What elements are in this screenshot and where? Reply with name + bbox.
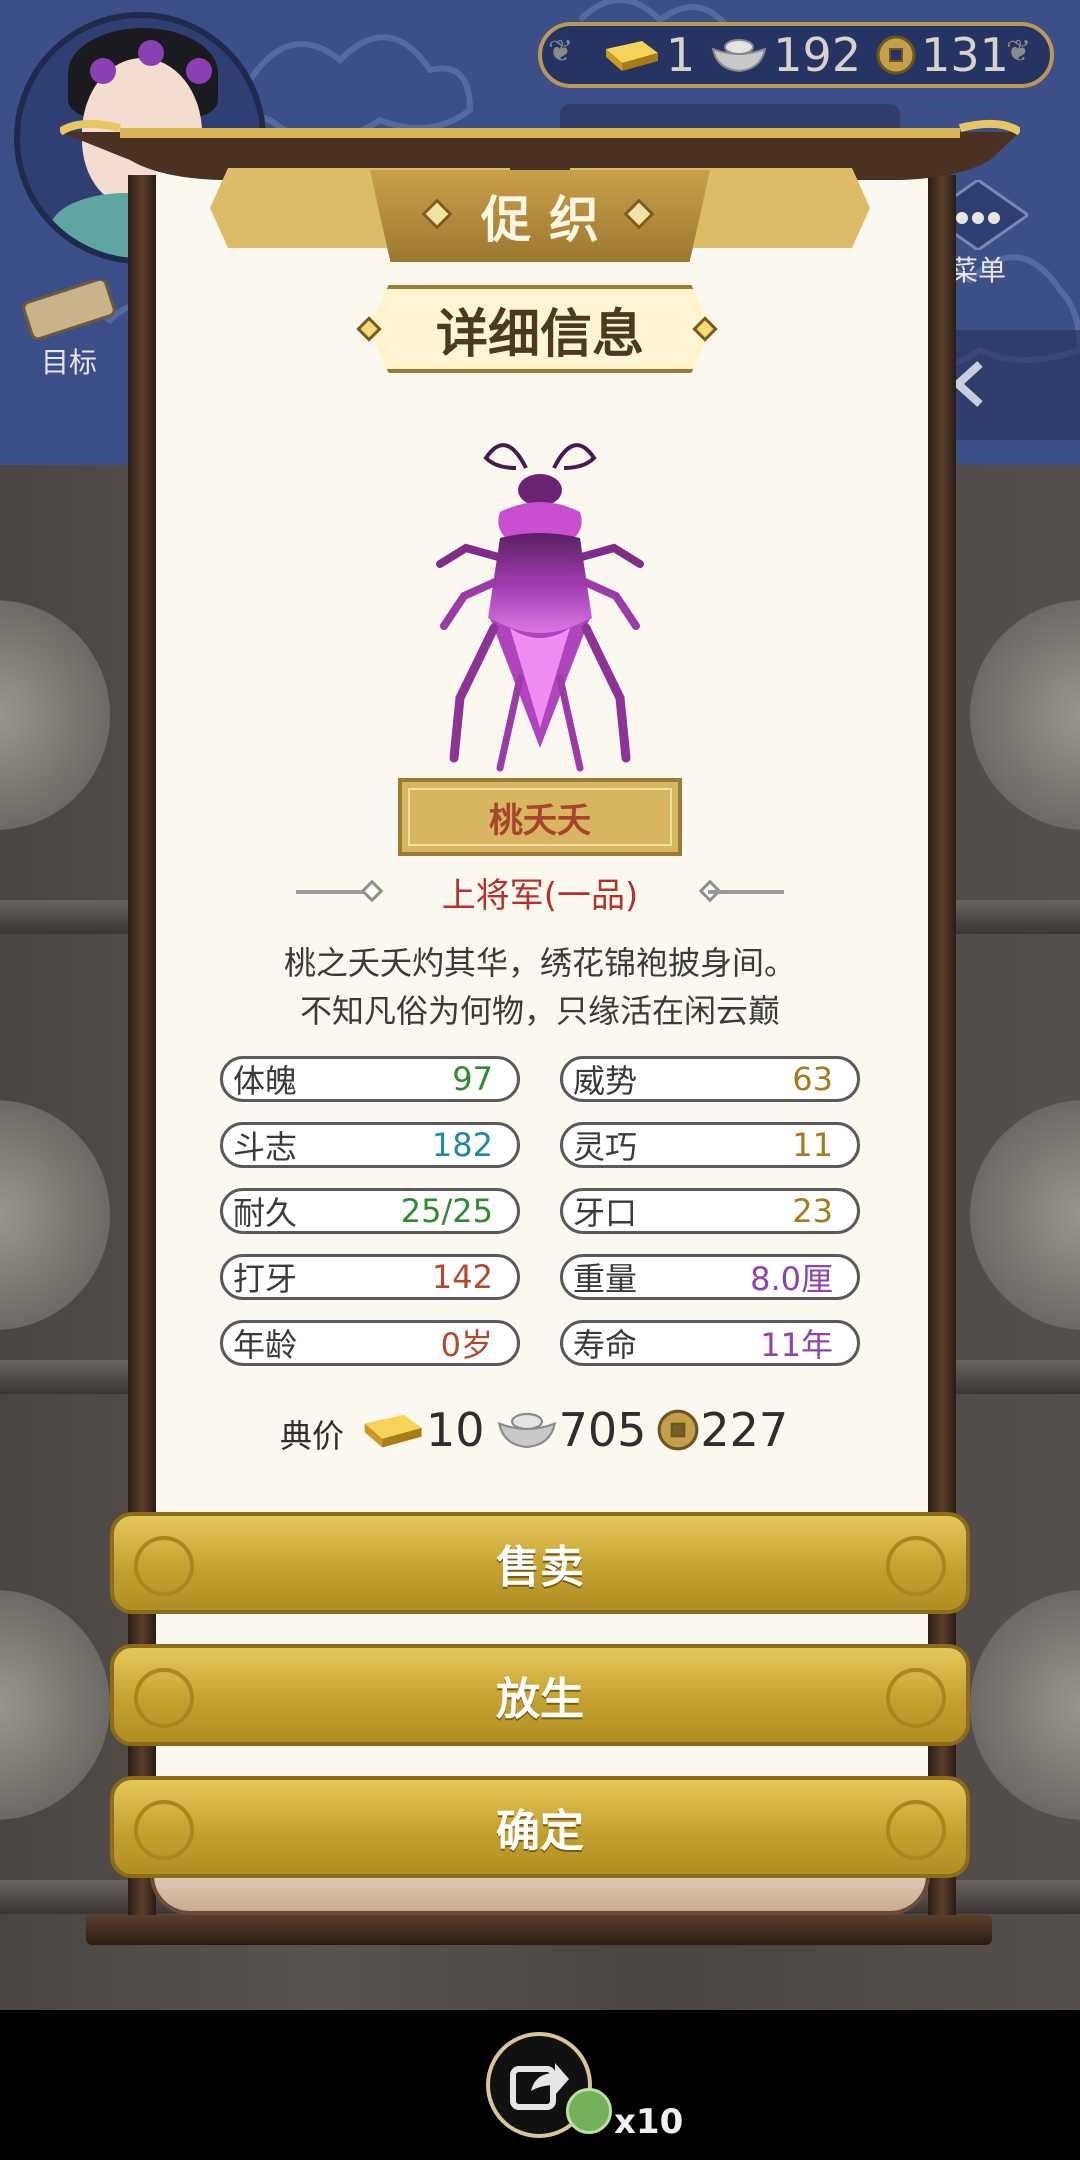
stat-label: 重量	[573, 1260, 638, 1298]
stat-value: 142	[431, 1258, 493, 1296]
price-gold: 10	[426, 1403, 485, 1457]
stat-value: 23	[792, 1192, 833, 1230]
stat-label: 斗志	[233, 1128, 298, 1166]
stat-label: 威势	[573, 1062, 638, 1100]
scroll-base	[86, 1915, 992, 1945]
stat-physique: 体魄 97	[220, 1056, 520, 1102]
hair-flower-icon	[90, 58, 116, 84]
scroll-icon	[22, 277, 116, 341]
cloud-swirl-icon	[134, 1668, 194, 1728]
gold-amount: 1	[666, 28, 696, 82]
hair-flower-icon	[186, 58, 212, 84]
gold-bar-icon	[606, 41, 658, 71]
stat-age: 年龄 0岁	[220, 1320, 520, 1366]
cricket-name-plate: 桃夭夭	[398, 778, 682, 856]
confirm-button[interactable]: 确定	[110, 1776, 970, 1878]
silver-ingot-icon	[497, 1412, 556, 1449]
cricket-name: 桃夭夭	[489, 800, 591, 841]
cloud-swirl-icon	[134, 1800, 194, 1860]
goal-label: 目标	[40, 346, 97, 379]
currency-gold: 1	[598, 32, 695, 78]
price-row: 典价 10 705 227	[280, 1400, 798, 1460]
stat-value: 0岁	[440, 1326, 493, 1364]
stat-value: 97	[452, 1060, 493, 1098]
sell-label: 售卖	[496, 1542, 584, 1593]
stat-value: 182	[431, 1126, 493, 1164]
stat-bite: 牙口 23	[560, 1188, 860, 1234]
release-label: 放生	[496, 1674, 584, 1725]
currency-bar: ❦ 1 192 131 ❦	[538, 22, 1054, 88]
currency-silver: 192	[709, 32, 861, 78]
stat-label: 打牙	[233, 1260, 298, 1298]
sell-button[interactable]: 售卖	[110, 1512, 970, 1614]
goal-button[interactable]: 目标	[14, 277, 124, 381]
stat-power: 威势 63	[560, 1056, 860, 1102]
release-button[interactable]: 放生	[110, 1644, 970, 1746]
currency-copper: 131	[875, 32, 1009, 78]
gold-bar-icon	[364, 1414, 422, 1448]
endurance-current: 25	[400, 1192, 442, 1230]
cloud-swirl-icon	[886, 1800, 946, 1860]
description-line-2: 不知凡俗为何物，只缘活在闲云巅	[299, 992, 780, 1030]
title-plate: 促织	[370, 170, 710, 262]
description-line-1: 桃之夭夭灼其华，绣花锦袍披身间。	[283, 944, 796, 982]
stat-label: 灵巧	[573, 1128, 638, 1166]
stat-endurance: 耐久 25/25	[220, 1188, 520, 1234]
copper-coin-icon	[876, 35, 916, 75]
stat-label: 牙口	[573, 1194, 638, 1232]
endurance-max: /25	[441, 1192, 494, 1230]
stat-value: 25/25	[401, 1192, 501, 1230]
cricket-rank: 上将军(一品)	[441, 876, 639, 916]
price-copper: 227	[700, 1403, 789, 1457]
hair-flower-icon	[138, 40, 164, 66]
modal-title: 促织	[481, 191, 617, 249]
stat-value: 8.0厘	[750, 1260, 833, 1298]
rank-divider-right	[708, 890, 784, 894]
stat-attack: 打牙 142	[220, 1254, 520, 1300]
stat-label: 耐久	[233, 1194, 298, 1232]
cloud-swirl-icon	[134, 1536, 194, 1596]
stat-morale: 斗志 182	[220, 1122, 520, 1168]
copper-amount: 131	[921, 28, 1009, 82]
section-subtitle: 详细信息	[378, 294, 702, 364]
silver-amount: 192	[773, 28, 862, 82]
stat-value: 63	[792, 1060, 833, 1098]
stat-label: 体魄	[233, 1062, 298, 1100]
stat-value: 11	[792, 1126, 833, 1164]
stat-weight: 重量 8.0厘	[560, 1254, 860, 1300]
cricket-reward-icon	[566, 2088, 612, 2134]
stat-agility: 灵巧 11	[560, 1122, 860, 1168]
cloud-swirl-icon	[886, 1536, 946, 1596]
price-label: 典价	[280, 1417, 345, 1455]
cricket-illustration	[436, 443, 644, 772]
cloud-swirl-icon	[886, 1668, 946, 1728]
copper-coin-icon	[657, 1409, 699, 1451]
bamboo-icon: ❦	[548, 34, 574, 69]
stat-value: 11年	[760, 1326, 833, 1364]
price-silver: 705	[558, 1403, 647, 1457]
confirm-label: 确定	[496, 1806, 584, 1857]
share-reward-count: x10	[614, 2102, 684, 2142]
stat-lifespan: 寿命 11年	[560, 1320, 860, 1366]
share-icon	[510, 2063, 569, 2110]
stat-label: 年龄	[233, 1326, 298, 1364]
stat-label: 寿命	[573, 1326, 638, 1364]
silver-ingot-icon	[711, 39, 767, 73]
bamboo-icon: ❦	[1006, 34, 1032, 69]
